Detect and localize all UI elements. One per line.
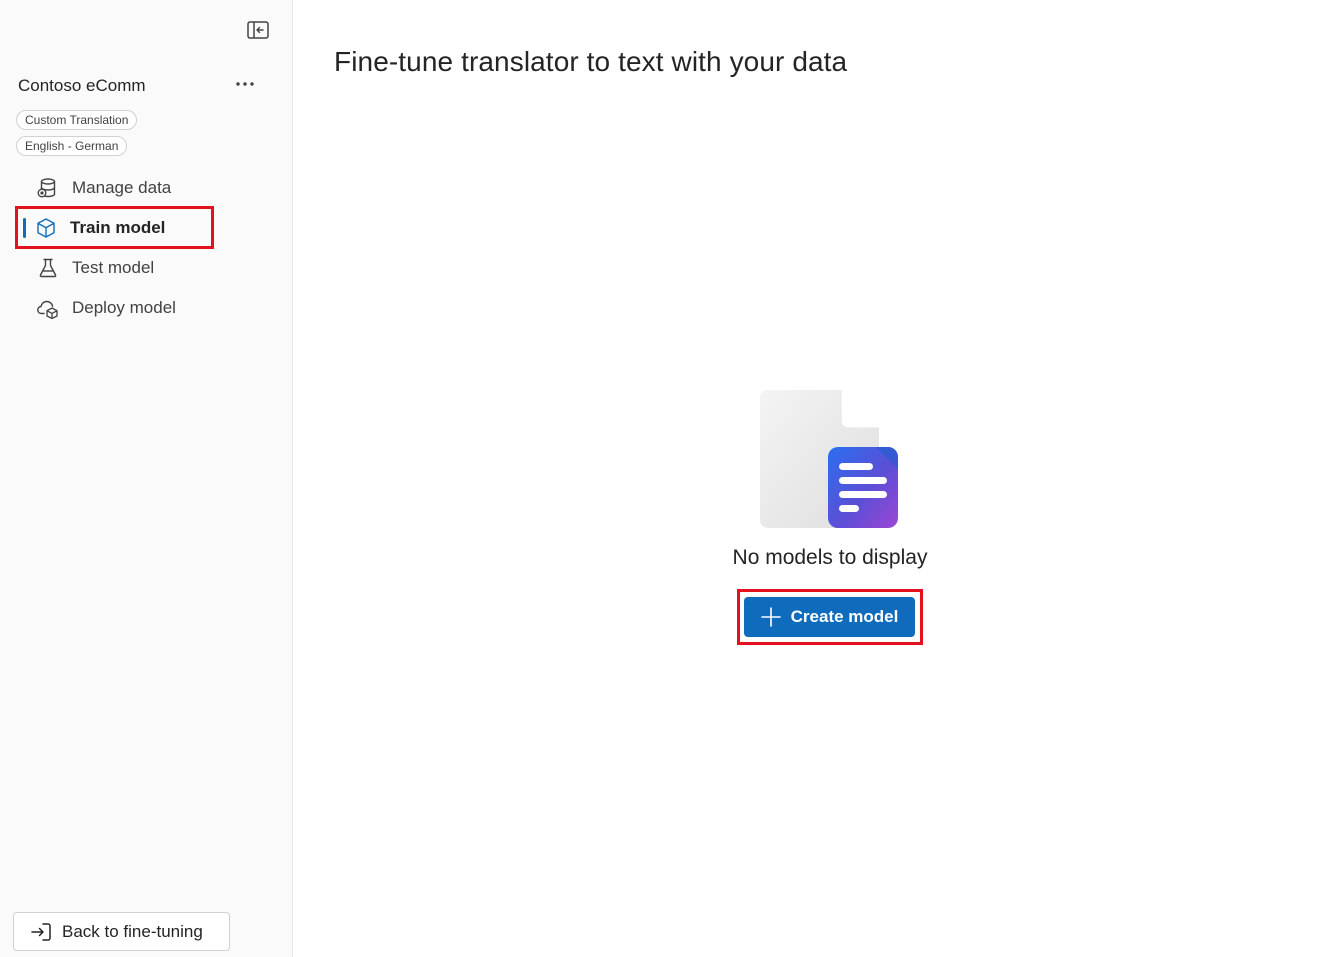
sidebar-item-deploy-model[interactable]: Deploy model	[22, 288, 272, 328]
empty-document-icon	[755, 385, 905, 535]
create-model-button[interactable]: Create model	[744, 597, 915, 637]
flask-icon	[36, 256, 60, 280]
panel-collapse-icon	[247, 21, 269, 39]
sidebar-item-manage-data[interactable]: Manage data	[22, 168, 272, 208]
sidebar-item-train-model[interactable]: Train model	[22, 208, 272, 248]
language-pair-badge: English - German	[16, 136, 128, 156]
create-model-label: Create model	[790, 607, 899, 626]
sign-in-arrow-icon	[30, 920, 54, 944]
sidebar-nav: Manage data Train model Test model Deplo…	[22, 168, 272, 328]
sidebar-item-label: Manage data	[72, 178, 172, 197]
sidebar-item-test-model[interactable]: Test model	[22, 248, 272, 288]
sidebar-item-label: Test model	[72, 258, 155, 277]
more-horizontal-icon	[236, 82, 254, 86]
sidebar-item-label: Deploy model	[72, 298, 176, 317]
back-button-label: Back to fine-tuning	[62, 921, 203, 941]
sidebar-item-label: Train model	[70, 218, 166, 237]
collapse-sidebar-button[interactable]	[246, 19, 270, 41]
database-icon	[36, 176, 60, 200]
cube-icon	[34, 216, 58, 240]
more-options-button[interactable]	[232, 73, 258, 95]
page-title: Fine-tune translator to text with your d…	[334, 46, 848, 77]
active-indicator	[23, 218, 26, 238]
back-to-fine-tuning-button[interactable]: Back to fine-tuning	[13, 912, 230, 951]
empty-state-message: No models to display	[732, 546, 928, 569]
sidebar: Contoso eComm Custom Translation English…	[0, 0, 293, 957]
project-title: Contoso eComm	[18, 76, 146, 95]
cloud-icon	[36, 296, 60, 320]
add-icon	[760, 607, 781, 627]
service-badge: Custom Translation	[16, 110, 138, 130]
